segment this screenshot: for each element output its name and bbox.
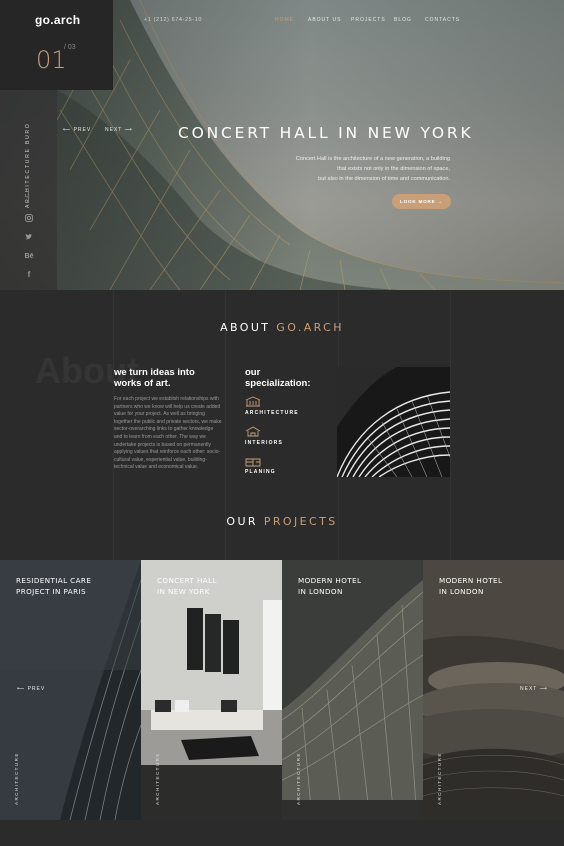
- projects-title-plain: OUR: [226, 515, 264, 528]
- projects-gallery: Residential Care Project in Paris ARCHIT…: [0, 560, 564, 820]
- project-title: Concert Hall in New York: [157, 575, 277, 597]
- hero-prev-label: PREV: [73, 127, 92, 133]
- look-more-button[interactable]: LOOK MORE →: [392, 194, 451, 209]
- projects-title-accent: PROJECTS: [263, 515, 338, 528]
- projects-section-title: OUR PROJECTS: [0, 515, 564, 528]
- arrow-left-icon: ⟵: [63, 127, 74, 133]
- slide-total-number: / 03: [64, 44, 76, 51]
- project-title-line: Project in Paris: [16, 587, 86, 596]
- nav-home[interactable]: HOME: [275, 17, 294, 23]
- about-section-title: ABOUT GO.ARCH: [0, 321, 564, 334]
- project-image: [282, 560, 423, 820]
- arrow-right-icon: →: [435, 199, 443, 204]
- about-title-accent: GO.ARCH: [276, 321, 344, 334]
- instagram-icon[interactable]: [24, 214, 34, 224]
- hero-prev-button[interactable]: ⟵ PREV: [63, 127, 91, 133]
- about-title-plain: ABOUT: [220, 321, 277, 334]
- spec-planning: PLANING: [245, 469, 276, 475]
- arrow-right-icon: ⟶: [537, 686, 548, 692]
- project-category: ARCHITECTURE: [14, 752, 19, 805]
- nav-projects[interactable]: PROJECTS: [351, 17, 386, 23]
- project-title-line: Residential Care: [16, 576, 92, 585]
- project-title-line: in London: [298, 587, 343, 596]
- project-title: Modern Hotel in London: [298, 575, 418, 597]
- nav-about-us[interactable]: ABOUT US: [308, 17, 341, 23]
- nav-contacts[interactable]: CONTACTS: [425, 17, 460, 23]
- architecture-icon: [245, 396, 261, 407]
- project-title-line: in London: [439, 587, 484, 596]
- footer-strip: [0, 820, 564, 846]
- project-category: ARCHITECTURE: [437, 752, 442, 805]
- hero-description: Concert Hall is the architecture of a ne…: [190, 154, 450, 184]
- look-more-label: LOOK MORE: [399, 199, 436, 204]
- specialization-heading: our specialization:: [245, 367, 325, 389]
- behance-icon[interactable]: Bē: [24, 252, 34, 262]
- hero-desc-line: that exists not only in the dimension of…: [337, 166, 450, 172]
- facebook-icon[interactable]: f: [24, 270, 34, 280]
- project-title-line: Modern Hotel: [298, 576, 362, 585]
- projects-prev-button[interactable]: ⟵ PREV: [17, 686, 45, 692]
- sidebar-divider: [28, 190, 29, 202]
- header-phone[interactable]: +1 (212) 674-25-10: [144, 17, 202, 23]
- arrow-right-icon: ⟶: [122, 127, 133, 133]
- slide-current-number: 01: [36, 46, 67, 74]
- projects-next-label: NEXT: [520, 686, 538, 692]
- spec-heading-line: specialization: [245, 377, 308, 389]
- hero-title: CONCERT HALL IN NEW YORK: [178, 124, 474, 142]
- hero-desc-line: but also in the dimension of time and co…: [318, 176, 450, 182]
- about-heading: we turn ideas into works of art.: [114, 367, 224, 389]
- project-title-line: Concert Hall: [157, 576, 217, 585]
- project-card[interactable]: Concert Hall in New York ARCHITECTURE: [141, 560, 282, 820]
- about-image: [337, 367, 450, 477]
- project-category: ARCHITECTURE: [155, 752, 160, 805]
- about-heading-line: works of art.: [114, 377, 171, 389]
- hero-next-button[interactable]: NEXT ⟶: [105, 127, 133, 133]
- spec-interiors: INTERIORS: [245, 440, 284, 446]
- about-paragraph: For each project we establish relationsh…: [114, 396, 222, 471]
- interiors-icon: [245, 426, 261, 437]
- abstract-architecture-image: [337, 367, 450, 477]
- hero-next-label: NEXT: [105, 127, 123, 133]
- hero-desc-line: Concert Hall is the architecture of a ne…: [295, 156, 450, 162]
- planning-icon: [245, 458, 261, 467]
- project-title: Modern Hotel in London: [439, 575, 559, 597]
- project-card[interactable]: Modern Hotel in London ARCHITECTURE: [282, 560, 423, 820]
- nav-blog[interactable]: BLOG: [394, 17, 412, 23]
- project-title: Residential Care Project in Paris: [16, 575, 136, 597]
- projects-prev-label: PREV: [27, 686, 46, 692]
- about-heading-line: we turn ideas into: [114, 367, 195, 378]
- arrow-left-icon: ⟵: [17, 686, 28, 692]
- spec-architecture: ARCHITECTURE: [245, 410, 299, 416]
- logo[interactable]: go.arch: [35, 13, 80, 27]
- project-image: [141, 560, 282, 820]
- project-title-line: in New York: [157, 587, 210, 596]
- project-title-line: Modern Hotel: [439, 576, 503, 585]
- twitter-icon[interactable]: [24, 233, 34, 243]
- project-category: ARCHITECTURE: [296, 752, 301, 805]
- projects-next-button[interactable]: NEXT ⟶: [520, 686, 548, 692]
